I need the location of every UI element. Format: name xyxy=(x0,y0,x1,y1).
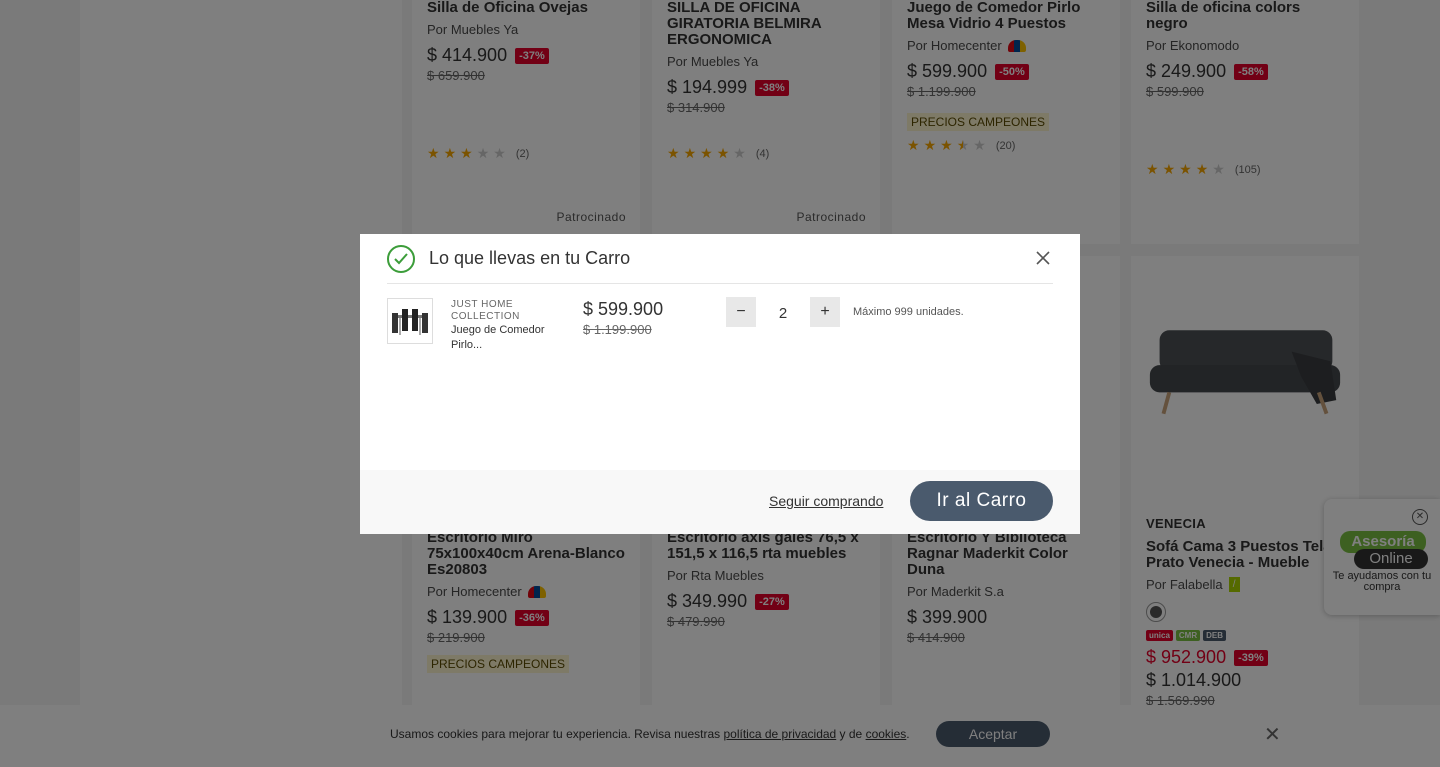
product-thumbnail xyxy=(387,298,433,344)
modal-title: Lo que llevas en tu Carro xyxy=(429,248,631,268)
modal-header: Lo que llevas en tu Carro xyxy=(387,234,1053,284)
item-old-price: $ 1.199.900 xyxy=(583,322,652,337)
item-brand: JUST HOME COLLECTION xyxy=(451,299,520,322)
close-icon[interactable] xyxy=(1033,248,1053,268)
quantity-decrease-button[interactable]: − xyxy=(726,297,756,327)
quantity-value[interactable]: 2 xyxy=(756,297,810,327)
item-price: $ 599.900 xyxy=(583,299,664,319)
cart-item: JUST HOME COLLECTION Juego de Comedor Pi… xyxy=(387,297,1053,351)
item-name[interactable]: Juego de Comedor Pirlo... xyxy=(451,323,551,353)
quantity-increase-button[interactable]: + xyxy=(810,297,840,327)
go-to-cart-button[interactable]: Ir al Carro xyxy=(910,481,1053,521)
max-units-text: Máximo 999 unidades. xyxy=(853,306,964,318)
modal-footer: Seguir comprando Ir al Carro xyxy=(360,470,1080,534)
cart-modal: Lo que llevas en tu Carro JUST HOME COLL… xyxy=(360,234,1080,534)
continue-shopping-link[interactable]: Seguir comprando xyxy=(769,493,883,509)
check-circle-icon xyxy=(387,244,415,273)
